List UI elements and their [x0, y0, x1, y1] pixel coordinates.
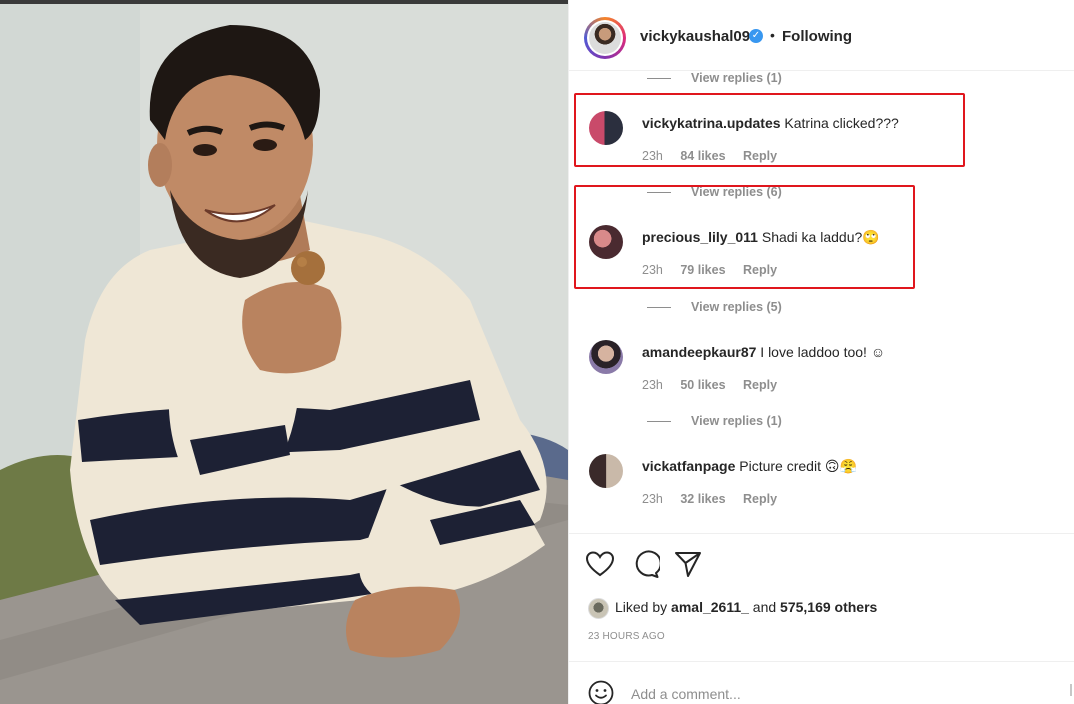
add-comment-input[interactable] — [631, 684, 1031, 704]
post-timestamp[interactable]: 23 HOURS AGO — [588, 631, 665, 642]
comment-likes[interactable]: 79 likes — [680, 263, 725, 277]
commenter-username[interactable]: amandeepkaur87 — [642, 344, 756, 360]
comment-item: vickykatrina.updates Katrina clicked??? … — [569, 111, 1074, 171]
commenter-avatar[interactable] — [589, 111, 623, 145]
comment-icon[interactable] — [630, 549, 660, 579]
comment-likes[interactable]: 84 likes — [680, 149, 725, 163]
commenter-avatar[interactable] — [589, 340, 623, 374]
commenter-username[interactable]: vickatfanpage — [642, 458, 735, 474]
view-replies-button[interactable]: View replies (1) — [647, 414, 782, 430]
author-username[interactable]: vickykaushal09 — [640, 28, 750, 45]
liker-username[interactable]: amal_2611_ — [671, 599, 749, 615]
commenter-username[interactable]: precious_lily_011 — [642, 229, 758, 245]
commenter-avatar[interactable] — [589, 454, 623, 488]
comment-time[interactable]: 23h — [642, 149, 663, 163]
comment-time[interactable]: 23h — [642, 263, 663, 277]
add-comment-bar — [569, 661, 1074, 704]
comment-time[interactable]: 23h — [642, 378, 663, 392]
share-icon[interactable] — [673, 549, 703, 579]
liked-by-line: Liked by amal_2611_ and 575,169 others — [588, 598, 877, 619]
comment-item: amandeepkaur87 I love laddoo too! ☺ 23h … — [569, 340, 1074, 400]
verified-icon: ✓ — [749, 29, 763, 43]
comment-text: Shadi ka laddu?🙄 — [761, 229, 880, 245]
liker-avatar[interactable] — [588, 598, 609, 619]
emoji-icon[interactable] — [588, 680, 614, 704]
post-header: vickykaushal09 ✓ • Following — [569, 4, 1074, 71]
likes-count[interactable]: 575,169 others — [780, 599, 877, 615]
comment-likes[interactable]: 50 likes — [680, 378, 725, 392]
author-avatar[interactable] — [584, 17, 626, 59]
post-photo[interactable] — [0, 0, 568, 704]
comment-text: Picture credit 🙃😤 — [739, 458, 857, 474]
view-replies-button[interactable]: View replies (5) — [647, 300, 782, 316]
comment-item: precious_lily_011 Shadi ka laddu?🙄 23h 7… — [569, 225, 1074, 285]
heart-icon[interactable] — [585, 549, 615, 579]
commenter-avatar[interactable] — [589, 225, 623, 259]
reply-button[interactable]: Reply — [743, 492, 777, 506]
comment-item: vickatfanpage Picture credit 🙃😤 23h 32 l… — [569, 454, 1074, 514]
reply-button[interactable]: Reply — [743, 263, 777, 277]
view-replies-button[interactable]: View replies (1) — [647, 71, 782, 87]
commenter-username[interactable]: vickykatrina.updates — [642, 115, 781, 131]
reply-button[interactable]: Reply — [743, 378, 777, 392]
comment-time[interactable]: 23h — [642, 492, 663, 506]
post-side-panel: vickykaushal09 ✓ • Following View replie… — [568, 0, 1074, 704]
following-button[interactable]: Following — [782, 28, 852, 45]
reply-button[interactable]: Reply — [743, 149, 777, 163]
comment-text: I love laddoo too! ☺ — [760, 344, 886, 360]
comment-likes[interactable]: 32 likes — [680, 492, 725, 506]
scrollbar[interactable] — [1070, 684, 1072, 696]
header-separator: • — [770, 27, 775, 43]
post-photo-illustration — [0, 0, 568, 704]
comment-text: Katrina clicked??? — [784, 115, 899, 131]
